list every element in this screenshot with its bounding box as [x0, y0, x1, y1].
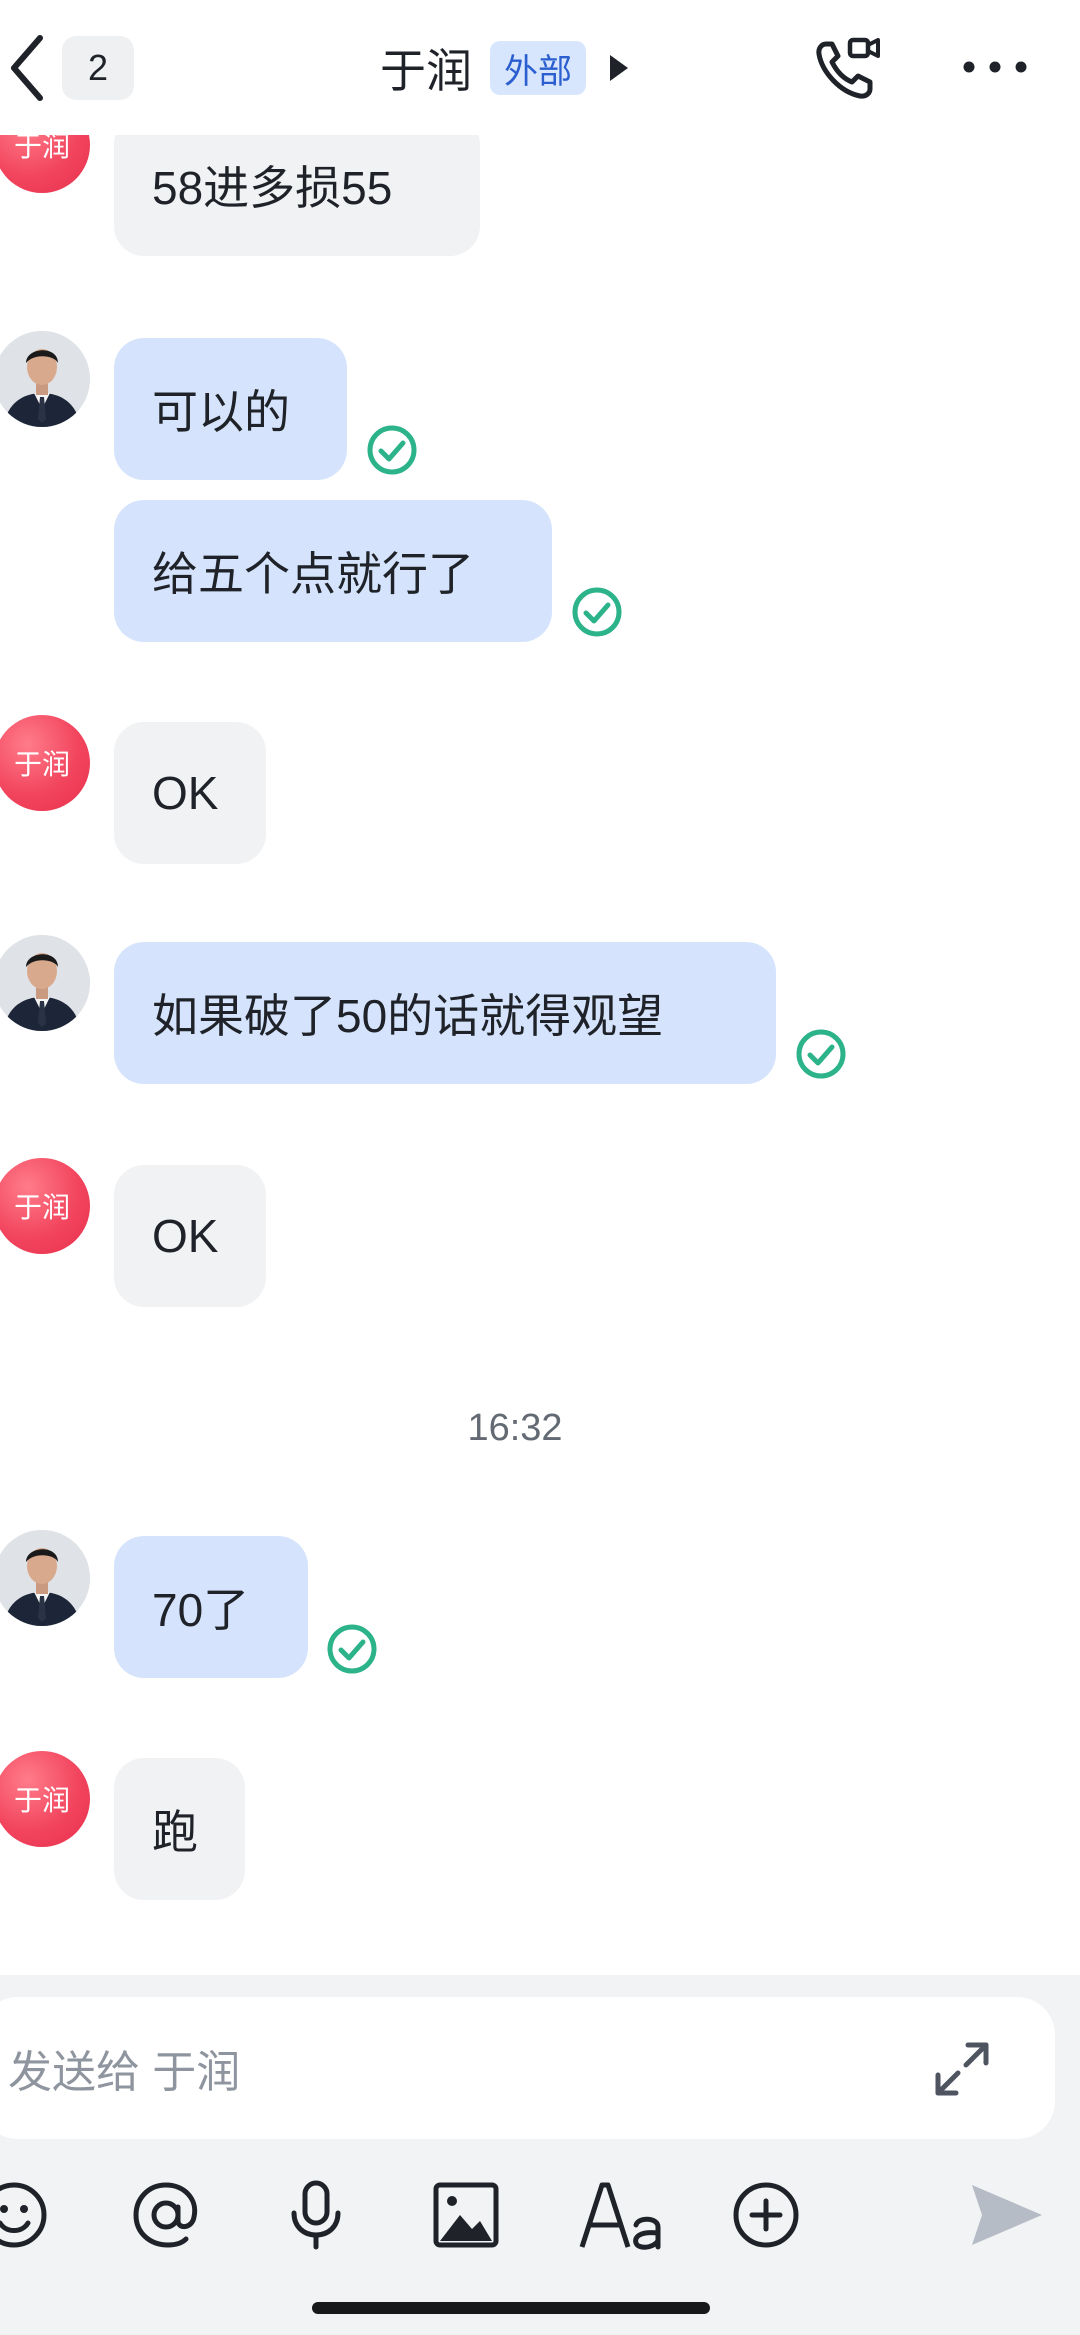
outgoing-message-bubble[interactable]: 可以的: [114, 338, 347, 480]
send-icon[interactable]: [966, 2177, 1046, 2253]
contact-avatar[interactable]: 于润: [0, 1751, 90, 1847]
unread-count-badge[interactable]: 2: [62, 36, 134, 100]
message-input-placeholder: 发送给 于润: [8, 2048, 241, 2097]
back-arrow-icon[interactable]: [4, 30, 54, 106]
outgoing-message-bubble[interactable]: 如果破了50的话就得观望: [114, 942, 776, 1084]
chat-title: 于润: [380, 45, 472, 97]
time-separator: 16:32: [467, 1407, 563, 1449]
message-list[interactable]: 于润 58进多损55 可以的 给五个点就行了 于润 OK 如果破了50的话就得观…: [0, 135, 1080, 1975]
my-avatar[interactable]: [0, 935, 90, 1031]
profile-photo-icon: [0, 331, 90, 427]
chat-header: 2 于润 外部: [0, 0, 1080, 135]
read-check-icon: [367, 425, 417, 475]
my-avatar[interactable]: [0, 331, 90, 427]
text-format-icon[interactable]: [578, 2177, 664, 2253]
expand-icon[interactable]: [930, 2037, 994, 2101]
message-composer: 发送给 于润: [0, 1975, 1080, 2335]
voice-icon[interactable]: [278, 2177, 354, 2253]
caret-right-icon: [610, 55, 628, 81]
more-options-icon[interactable]: [960, 52, 1030, 82]
profile-photo-icon: [0, 1530, 90, 1626]
add-icon[interactable]: [728, 2177, 804, 2253]
read-check-icon: [327, 1624, 377, 1674]
incoming-message-bubble[interactable]: OK: [114, 1165, 266, 1307]
incoming-message-bubble[interactable]: OK: [114, 722, 266, 864]
emoji-icon[interactable]: [0, 2177, 52, 2253]
home-indicator: [312, 2302, 710, 2314]
incoming-message-bubble[interactable]: 58进多损55: [114, 135, 480, 256]
image-icon[interactable]: [428, 2177, 504, 2253]
read-check-icon: [572, 587, 622, 637]
read-check-icon: [796, 1029, 846, 1079]
contact-avatar[interactable]: 于润: [0, 1158, 90, 1254]
mention-icon[interactable]: [128, 2177, 204, 2253]
video-call-icon[interactable]: [812, 34, 882, 104]
external-tag: 外部: [490, 41, 586, 95]
message-input[interactable]: 发送给 于润: [0, 1997, 1055, 2139]
profile-photo-icon: [0, 935, 90, 1031]
my-avatar[interactable]: [0, 1530, 90, 1626]
outgoing-message-bubble[interactable]: 给五个点就行了: [114, 500, 552, 642]
contact-avatar[interactable]: 于润: [0, 135, 90, 193]
incoming-message-bubble[interactable]: 跑: [114, 1758, 245, 1900]
outgoing-message-bubble[interactable]: 70了: [114, 1536, 308, 1678]
contact-avatar[interactable]: 于润: [0, 715, 90, 811]
chat-title-group[interactable]: 于润 外部: [380, 36, 630, 100]
